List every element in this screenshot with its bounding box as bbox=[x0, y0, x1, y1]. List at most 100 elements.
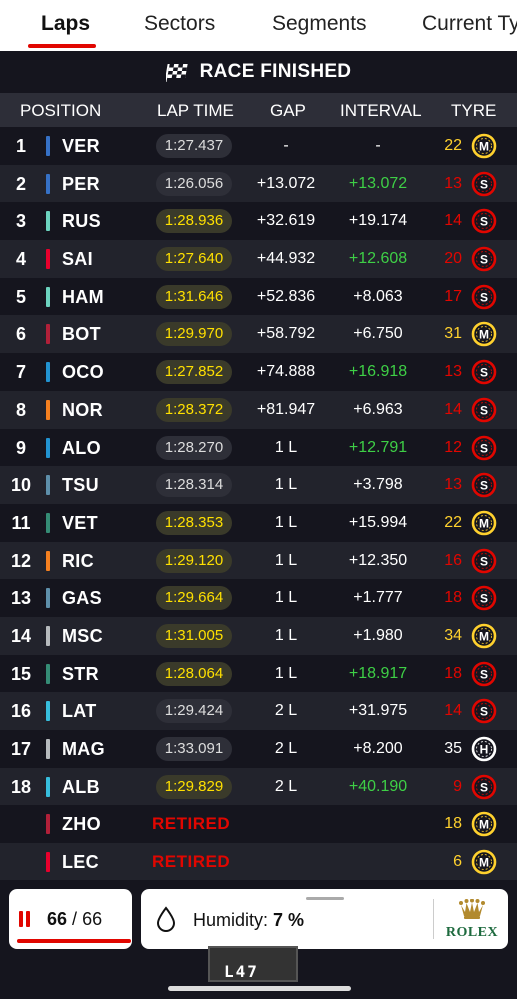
drag-handle[interactable] bbox=[306, 897, 344, 900]
driver-code: SAI bbox=[62, 249, 93, 270]
position: 1 bbox=[15, 136, 26, 156]
table-row[interactable]: 8 NOR 1:28.372 +81.947 +6.963 14 S bbox=[0, 390, 517, 429]
interval: +6.963 bbox=[353, 400, 403, 418]
interval: +18.917 bbox=[348, 664, 408, 682]
laps-separator: / bbox=[72, 909, 78, 929]
table-row[interactable]: 14 MSC 1:31.005 1 L +1.980 34 M bbox=[0, 616, 517, 655]
tyre-compound-letter: M bbox=[479, 516, 489, 530]
pit-board-text: L47 bbox=[224, 962, 259, 981]
gap: 1 L bbox=[274, 513, 298, 531]
driver-code: ALB bbox=[62, 776, 100, 797]
interval: - bbox=[375, 137, 381, 154]
lap-time: 1:28.353 bbox=[156, 510, 232, 535]
tyre-age: 22 bbox=[444, 513, 462, 531]
pause-icon bbox=[17, 911, 31, 927]
table-header: POSITION LAP TIME GAP INTERVAL TYRE bbox=[0, 93, 517, 127]
table-row[interactable]: 15 STR 1:28.064 1 L +18.917 18 S bbox=[0, 654, 517, 693]
tyre-compound-letter: S bbox=[480, 403, 488, 417]
interval: +3.798 bbox=[353, 476, 403, 494]
tyre-age: 13 bbox=[444, 476, 462, 494]
table-row[interactable]: 5 HAM 1:31.646 +52.836 +8.063 17 S bbox=[0, 277, 517, 316]
tyre-age: 13 bbox=[444, 174, 462, 192]
humidity-value: 7 % bbox=[273, 910, 305, 930]
sponsor-name: ROLEX bbox=[445, 925, 499, 940]
lap-time: 1:31.646 bbox=[156, 284, 232, 309]
driver-code: PER bbox=[62, 173, 100, 194]
position: 15 bbox=[10, 663, 32, 684]
tab-bar: Laps Sectors Segments Current Ty bbox=[0, 0, 517, 51]
interval: +19.174 bbox=[348, 212, 408, 230]
team-color-bar bbox=[46, 739, 50, 759]
home-indicator[interactable] bbox=[168, 986, 351, 991]
table-row[interactable]: 18 ALB 1:29.829 2 L +40.190 9 S bbox=[0, 767, 517, 806]
driver-code: VER bbox=[62, 136, 100, 156]
tyre-age: 18 bbox=[444, 589, 462, 607]
driver-code: OCO bbox=[62, 362, 104, 383]
tab-current-tyres[interactable]: Current Ty bbox=[422, 12, 517, 36]
lap-progress-bar bbox=[17, 939, 131, 943]
tyre-compound-letter: S bbox=[480, 667, 488, 681]
table-row[interactable]: ZHO RETIRED 18 M bbox=[0, 805, 517, 844]
table-row[interactable]: 13 GAS 1:29.664 1 L +1.777 18 S bbox=[0, 579, 517, 617]
position: 11 bbox=[11, 512, 31, 533]
gap: 1 L bbox=[274, 664, 298, 682]
header-tyre: TYRE bbox=[451, 101, 497, 120]
table-row[interactable]: 7 OCO 1:27.852 +74.888 +16.918 13 S bbox=[0, 353, 517, 391]
team-color-bar bbox=[46, 588, 50, 609]
team-color-bar bbox=[46, 211, 50, 232]
gap: 2 L bbox=[274, 777, 298, 795]
weather-card[interactable]: Humidity: 7 % ROLEX bbox=[141, 889, 508, 949]
tab-laps[interactable]: Laps bbox=[41, 12, 90, 36]
gap: - bbox=[283, 137, 289, 154]
tyre-compound-letter: H bbox=[480, 743, 489, 757]
tyre-age: 34 bbox=[444, 626, 462, 644]
tyre-compound-letter: S bbox=[480, 253, 488, 267]
lap-time: 1:29.120 bbox=[156, 548, 232, 573]
tyre-compound-icon: S bbox=[471, 774, 497, 799]
tyre-age: 35 bbox=[444, 740, 462, 757]
gap: 1 L bbox=[274, 626, 298, 644]
lap-time: 1:28.064 bbox=[156, 661, 232, 686]
table-row[interactable]: 6 BOT 1:29.970 +58.792 +6.750 31 M bbox=[0, 315, 517, 354]
position: 4 bbox=[15, 249, 26, 270]
table-row[interactable]: 10 TSU 1:28.314 1 L +3.798 13 S bbox=[0, 466, 517, 504]
interval: +15.994 bbox=[348, 513, 408, 531]
tyre-age: 9 bbox=[453, 777, 462, 795]
driver-code: TSU bbox=[62, 475, 99, 496]
footer: 66 / 66 Humidity: 7 % ROLEX L47 bbox=[0, 880, 517, 999]
lap-counter-card[interactable]: 66 / 66 bbox=[9, 889, 132, 949]
position: 6 bbox=[15, 324, 26, 345]
lap-time: 1:27.852 bbox=[156, 360, 232, 385]
table-row[interactable]: 17 MAG 1:33.091 2 L +8.200 35 H bbox=[0, 730, 517, 768]
driver-code: MSC bbox=[62, 625, 103, 646]
table-row[interactable]: 11 VET 1:28.353 1 L +15.994 22 M bbox=[0, 503, 517, 542]
table-row[interactable]: 12 RIC 1:29.120 1 L +12.350 16 S bbox=[0, 541, 517, 580]
tyre-compound-letter: S bbox=[480, 177, 488, 191]
interval: +13.072 bbox=[348, 174, 408, 192]
interval: +1.980 bbox=[353, 626, 403, 644]
interval: +6.750 bbox=[353, 325, 403, 343]
table-row[interactable]: 4 SAI 1:27.640 +44.932 +12.608 20 S bbox=[0, 240, 517, 278]
tyre-compound-icon: S bbox=[471, 209, 497, 234]
table-row[interactable]: LEC RETIRED 6 M bbox=[0, 843, 517, 881]
tyre-compound-icon: M bbox=[471, 623, 497, 649]
table-row[interactable]: 16 LAT 1:29.424 2 L +31.975 14 S bbox=[0, 692, 517, 730]
tyre-compound-letter: S bbox=[480, 479, 488, 493]
table-row[interactable]: 9 ALO 1:28.270 1 L +12.791 12 S bbox=[0, 428, 517, 467]
driver-code: BOT bbox=[62, 324, 101, 345]
team-color-bar bbox=[46, 701, 50, 722]
table-row[interactable]: 1 VER 1:27.437 - - 22 M bbox=[0, 127, 517, 165]
position: 18 bbox=[10, 776, 32, 797]
table-row[interactable]: 3 RUS 1:28.936 +32.619 +19.174 14 S bbox=[0, 202, 517, 241]
tab-segments[interactable]: Segments bbox=[272, 12, 367, 36]
driver-code: LEC bbox=[62, 852, 99, 873]
tyre-compound-icon: S bbox=[471, 359, 497, 385]
tyre-age: 20 bbox=[444, 250, 462, 268]
team-color-bar bbox=[46, 437, 50, 458]
team-color-bar bbox=[46, 475, 50, 496]
table-row[interactable]: 2 PER 1:26.056 +13.072 +13.072 13 S bbox=[0, 164, 517, 203]
tyre-compound-letter: M bbox=[479, 140, 489, 154]
tab-sectors[interactable]: Sectors bbox=[144, 12, 215, 36]
lap-progress-fill bbox=[17, 939, 131, 943]
team-color-bar bbox=[46, 512, 50, 533]
